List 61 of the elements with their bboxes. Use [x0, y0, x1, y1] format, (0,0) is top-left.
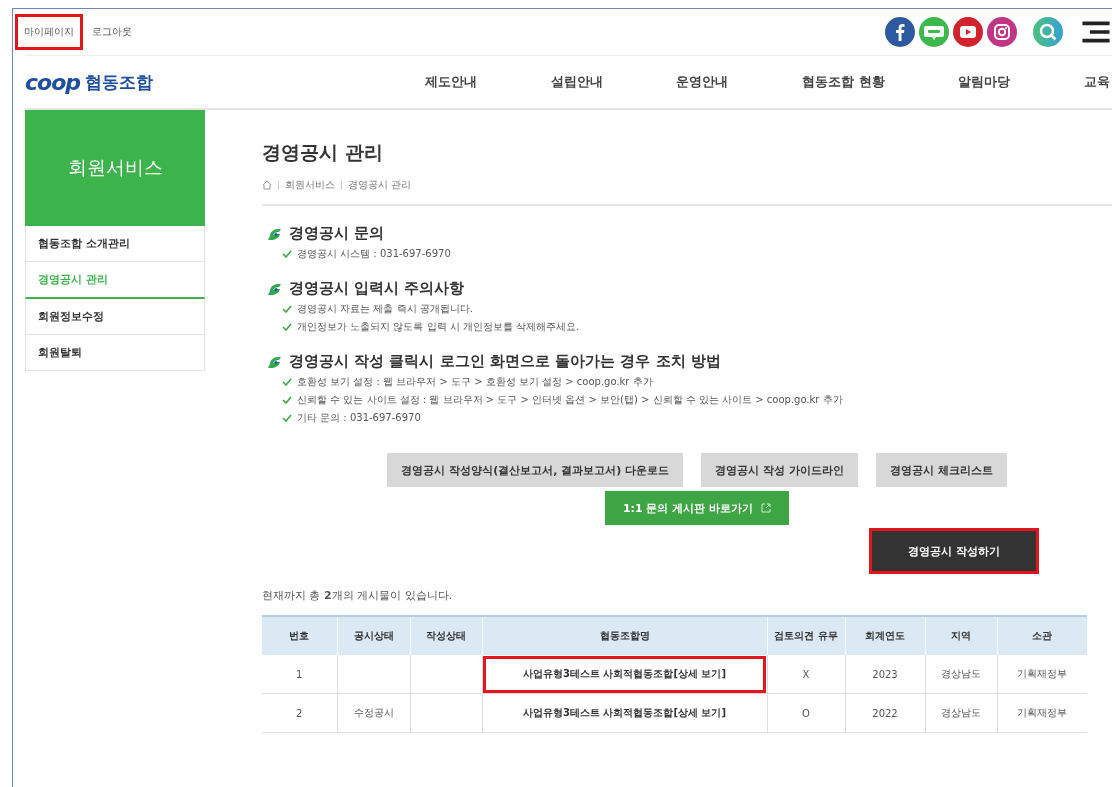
column-header: 검토의견 유무 [767, 616, 845, 655]
external-link-icon [761, 503, 772, 513]
nav-item[interactable]: 운영안내 [676, 73, 729, 91]
post-count-text: 현재까지 총 2개의 게시물이 있습니다. [262, 588, 454, 603]
column-header: 지역 [925, 616, 997, 655]
nav-item[interactable]: 알림마당 [958, 73, 1011, 91]
youtube-icon[interactable] [952, 16, 984, 48]
info-text: 호환성 보기 설정 : 웹 브라우저 > 도구 > 호환성 보기 설정 > coop.go.kr 추가 [297, 375, 653, 389]
table-cell: X [802, 668, 810, 680]
section-title: 경영공시 입력시 주의사항 [289, 279, 465, 298]
logo[interactable]: coop 협동조합 [25, 69, 425, 95]
table-cell: 기획재정부 [1017, 707, 1068, 718]
table-cell: O [802, 707, 810, 719]
cooperative-link[interactable]: 사업유형3테스트 사회적협동조합[상세 보기] [482, 655, 767, 694]
check-icon [282, 250, 292, 258]
section-title: 경영공시 문의 [289, 224, 385, 243]
write-button[interactable]: 경영공시 작성하기 [869, 528, 1039, 574]
download-button[interactable]: 경영공시 체크리스트 [875, 453, 1007, 487]
section-icon [267, 226, 283, 241]
sidebar-header: 회원서비스 [25, 110, 205, 226]
sidebar-item[interactable]: 회원정보수정 [25, 299, 205, 335]
nav-item[interactable]: 교육 [1083, 73, 1110, 91]
info-text: 기타 문의 : 031-697-6970 [297, 411, 421, 425]
info-text: 경영공시 자료는 제출 즉시 공개됩니다. [297, 302, 473, 316]
column-header: 번호 [262, 616, 337, 655]
info-text: 개인정보가 노출되지 않도록 입력 시 개인정보를 삭제해주세요. [297, 320, 580, 334]
top-link[interactable]: 마이페이지 [15, 14, 83, 50]
nav-item[interactable]: 설립안내 [550, 73, 603, 91]
column-header: 작성상태 [410, 616, 482, 655]
download-button[interactable]: 경영공시 작성양식(결산보고서, 결과보고서) 다운로드 [387, 453, 684, 487]
page-title: 경영공시 관리 [262, 140, 384, 165]
table-cell: 1 [296, 668, 303, 680]
section-title: 경영공시 작성 클릭시 로그인 화면으로 돌아가는 경우 조치 방법 [289, 352, 721, 371]
table-cell: 2 [296, 707, 303, 719]
cooperative-link[interactable]: 사업유형3테스트 사회적협동조합[상세 보기] [482, 693, 767, 733]
column-header: 협동조합명 [482, 616, 767, 655]
section-icon [267, 354, 283, 369]
breadcrumb-item[interactable]: 경영공시 관리 [348, 178, 412, 192]
column-header: 회계연도 [845, 616, 925, 655]
info-text: 신뢰할 수 있는 사이트 설정 : 웹 브라우저 > 도구 > 인터넷 옵션 > 보안(탭) > 신뢰할 수 있는 사이트 > coop.go.kr 추가 [297, 393, 843, 407]
home-icon[interactable] [262, 180, 272, 190]
table-cell: 경상남도 [941, 707, 981, 718]
table-cell: 2022 [872, 707, 898, 719]
column-header: 공시상태 [337, 616, 410, 655]
sidebar-item[interactable]: 협동조합 소개관리 [25, 226, 205, 262]
column-header: 소관 [997, 616, 1087, 655]
section-icon [267, 281, 283, 296]
facebook-icon[interactable] [884, 16, 916, 48]
nav-item[interactable]: 협동조합 현황 [802, 73, 885, 91]
table-cell: 경상남도 [941, 668, 981, 679]
breadcrumb-item[interactable]: 회원서비스 [285, 178, 335, 192]
info-text: 경영공시 시스템 : 031-697-6970 [297, 247, 451, 261]
sidebar-item[interactable]: 회원탈퇴 [25, 335, 205, 371]
search-icon[interactable] [1032, 16, 1064, 48]
instagram-icon[interactable] [986, 16, 1018, 48]
table-cell: 기획재정부 [1017, 668, 1068, 679]
table-cell: 수정공시 [353, 707, 394, 718]
download-button[interactable]: 경영공시 작성 가이드라인 [701, 453, 858, 487]
nav-item[interactable]: 제도안내 [425, 73, 477, 91]
table-cell: 2023 [872, 668, 898, 680]
top-link[interactable]: 로그아웃 [83, 14, 141, 50]
